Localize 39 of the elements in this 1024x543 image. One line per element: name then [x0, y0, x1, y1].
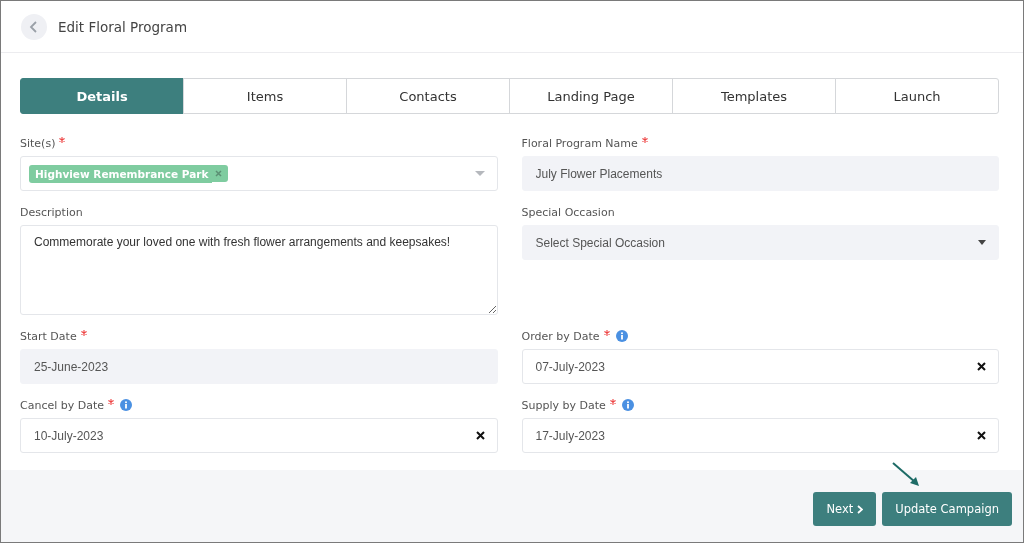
back-button[interactable] [21, 13, 47, 40]
chevron-left-icon [29, 20, 39, 33]
close-icon[interactable] [977, 431, 986, 440]
tab[interactable]: Templates [672, 78, 836, 114]
required-asterisk-icon [603, 330, 610, 336]
close-icon[interactable] [977, 362, 986, 371]
required-asterisk-icon [641, 137, 648, 143]
info-icon[interactable] [621, 399, 634, 411]
date-field[interactable]: 07-July-2023 [521, 349, 999, 384]
info-icon[interactable] [615, 330, 628, 342]
tab[interactable]: Launch [835, 78, 999, 114]
update-campaign-button[interactable]: Update Campaign [882, 492, 1012, 526]
date-field[interactable]: 17-July-2023 [521, 418, 999, 453]
required-asterisk-icon [609, 399, 616, 405]
next-button[interactable]: Next [813, 492, 877, 526]
close-icon[interactable] [475, 431, 485, 440]
tab[interactable]: Details [20, 78, 184, 114]
required-asterisk-icon [59, 137, 66, 143]
field-label: Floral Program Name [521, 136, 638, 150]
required-asterisk-icon [80, 330, 87, 336]
remove-icon[interactable] [212, 165, 229, 182]
field-label: Cancel by Date [20, 398, 105, 412]
site-tag: Highview Remembrance Park [29, 164, 213, 183]
tab[interactable]: Contacts [346, 78, 510, 114]
field-label: Site(s) [20, 136, 56, 150]
pointer-arrow [892, 462, 920, 487]
field-label: Supply by Date [521, 398, 606, 412]
field-label: Special Occasion [521, 205, 615, 219]
field-label: Start Date [20, 329, 77, 343]
info-icon[interactable] [120, 399, 133, 411]
chevron-right-icon [857, 504, 864, 514]
description-field[interactable]: Commemorate your loved one with fresh flower arrangements and keepsakes! [20, 225, 498, 315]
page-title: Edit Floral Program [58, 18, 188, 35]
required-asterisk-icon [108, 399, 115, 405]
date-field[interactable]: 10-July-2023 [20, 418, 498, 453]
field-label: Order by Date [521, 329, 600, 343]
field-label: Description [20, 205, 83, 219]
tab[interactable]: Landing Page [509, 78, 673, 114]
tab[interactable]: Items [183, 78, 347, 114]
